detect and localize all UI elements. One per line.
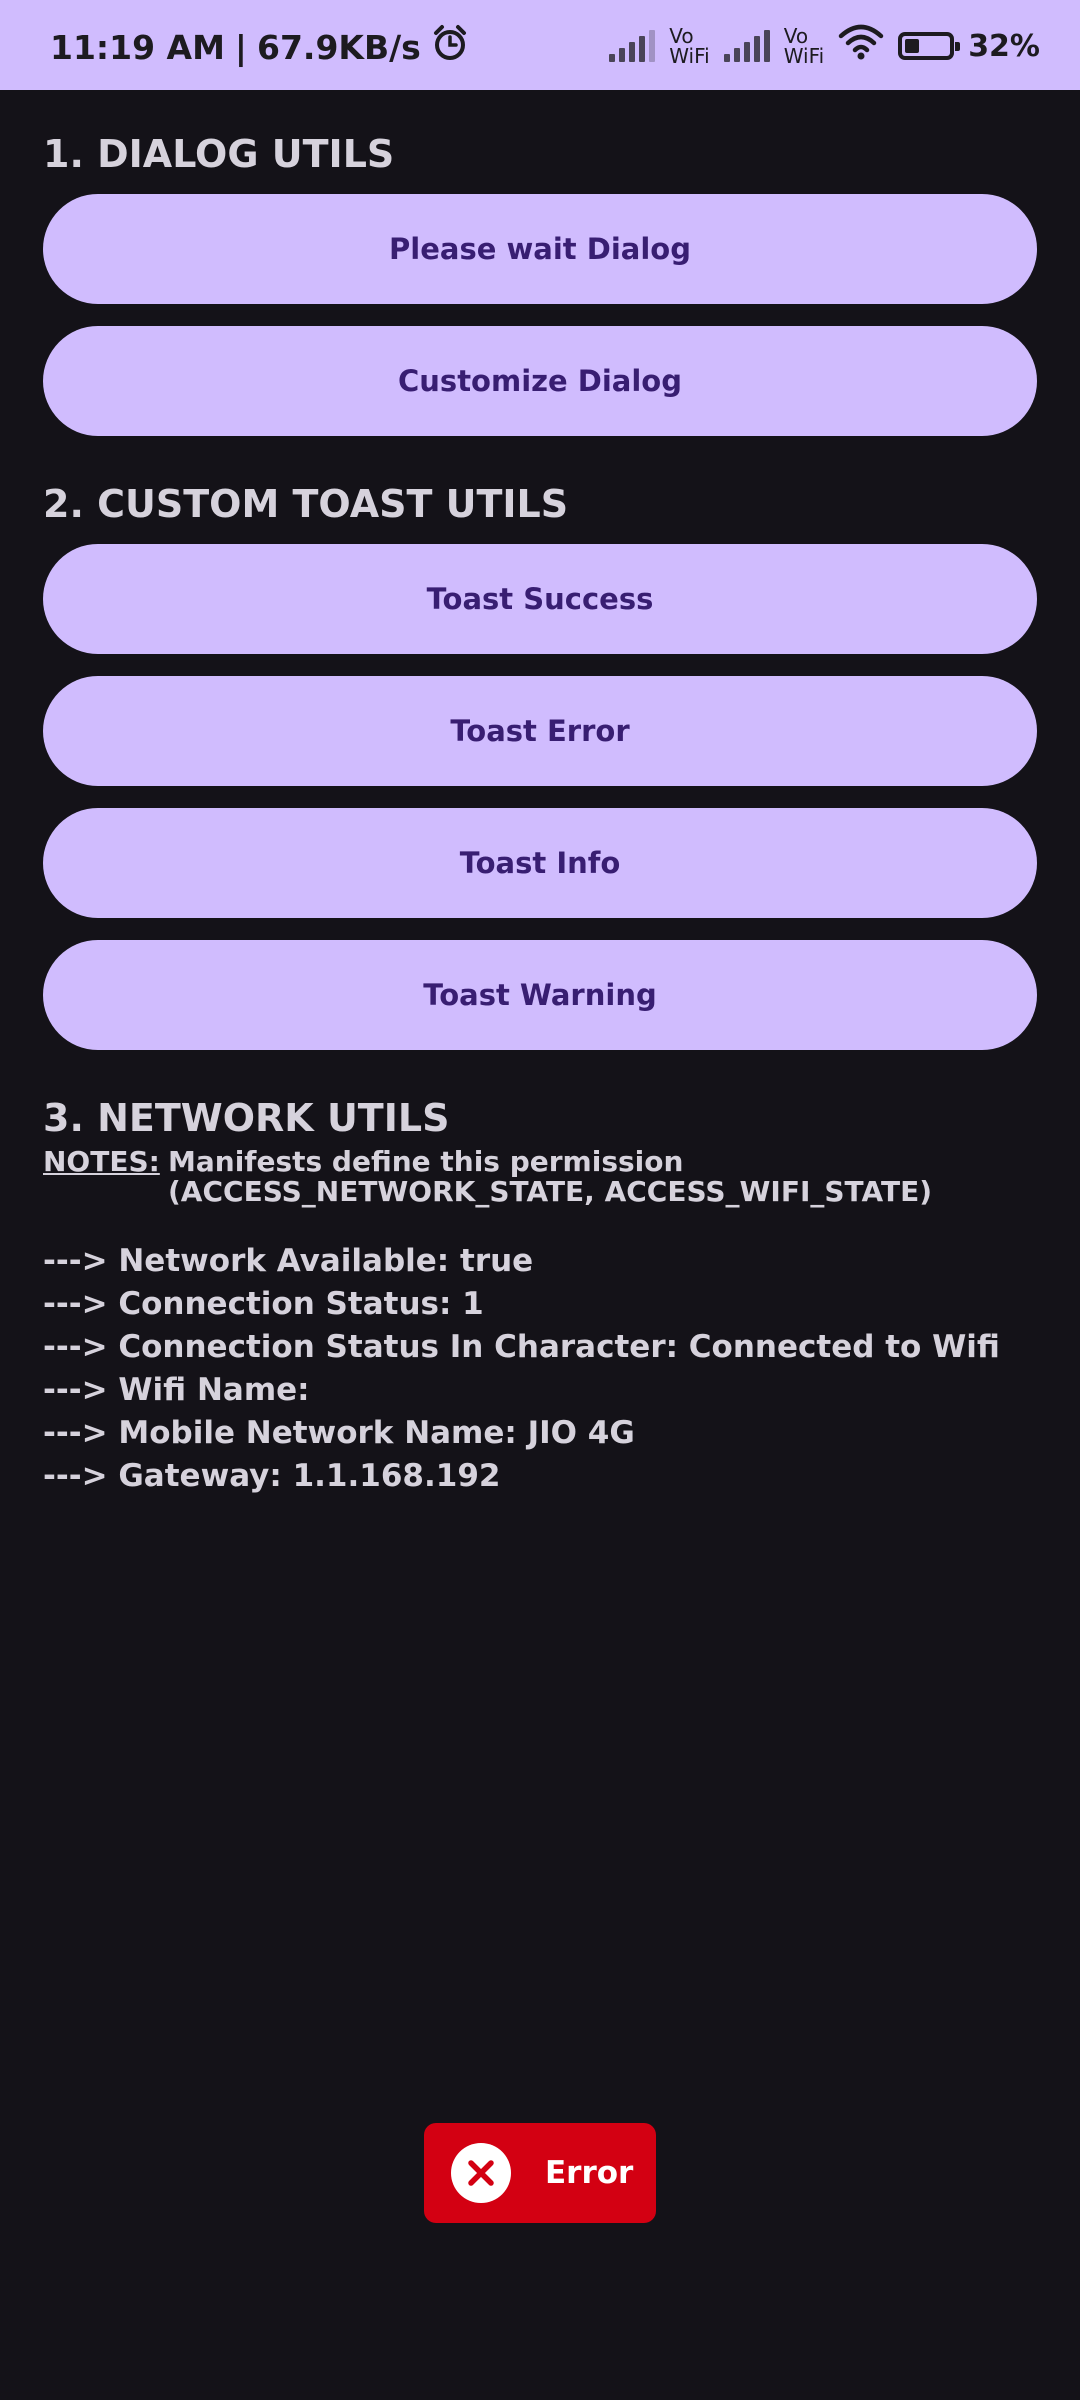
toast-error-button[interactable]: Toast Error: [43, 676, 1037, 786]
mobile-network-name-line: ---> Mobile Network Name: JIO 4G: [43, 1415, 635, 1451]
cell-signal-icon-2: [723, 30, 770, 62]
section-title-dialog-utils: 1. DIALOG UTILS: [43, 132, 395, 176]
wifi-name-line: ---> Wifi Name:: [43, 1372, 310, 1408]
vowifi-indicator-2: Vo WiFi: [783, 24, 825, 68]
status-bar: 11:19 AM | 67.9KB/s Vo WiFi Vo WiFi 32%: [0, 0, 1080, 90]
notes-label: NOTES:: [43, 1145, 160, 1178]
notes-text: Manifests define this permission (ACCESS…: [168, 1145, 932, 1208]
clock-time: 11:19 AM: [50, 27, 225, 67]
please-wait-dialog-button[interactable]: Please wait Dialog: [43, 194, 1037, 304]
connection-status-line: ---> Connection Status: 1: [43, 1286, 484, 1322]
gateway-line: ---> Gateway: 1.1.168.192: [43, 1458, 501, 1494]
toast-success-button[interactable]: Toast Success: [43, 544, 1037, 654]
connection-status-character-line: ---> Connection Status In Character: Con…: [43, 1329, 1000, 1365]
customize-dialog-button[interactable]: Customize Dialog: [43, 326, 1037, 436]
status-bar-left: 11:19 AM | 67.9KB/s: [50, 24, 469, 70]
cell-signal-icon: [609, 30, 656, 62]
alarm-clock-icon: [431, 24, 469, 70]
network-notes: NOTES: Manifests define this permission …: [43, 1147, 1037, 1207]
toast-message: Error: [545, 2155, 634, 2191]
battery-percent: 32%: [968, 28, 1040, 64]
battery-level-fill: [905, 39, 919, 53]
vowifi-indicator: Vo WiFi: [669, 24, 710, 68]
wifi-icon: [838, 24, 884, 68]
battery-icon: [898, 32, 961, 60]
section-title-custom-toast-utils: 2. CUSTOM TOAST UTILS: [43, 482, 569, 526]
toast-warning-button[interactable]: Toast Warning: [43, 940, 1037, 1050]
network-info-list: ---> Network Available: true ---> Connec…: [43, 1240, 1000, 1498]
status-bar-right: Vo WiFi Vo WiFi 32%: [609, 18, 1040, 74]
network-speed: 67.9KB/s: [256, 27, 421, 67]
network-available-line: ---> Network Available: true: [43, 1243, 534, 1279]
close-circle-icon: [451, 2143, 511, 2203]
section-title-network-utils: 3. NETWORK UTILS: [43, 1096, 450, 1140]
error-toast: Error: [424, 2123, 656, 2223]
toast-info-button[interactable]: Toast Info: [43, 808, 1037, 918]
status-separator: |: [234, 27, 247, 67]
